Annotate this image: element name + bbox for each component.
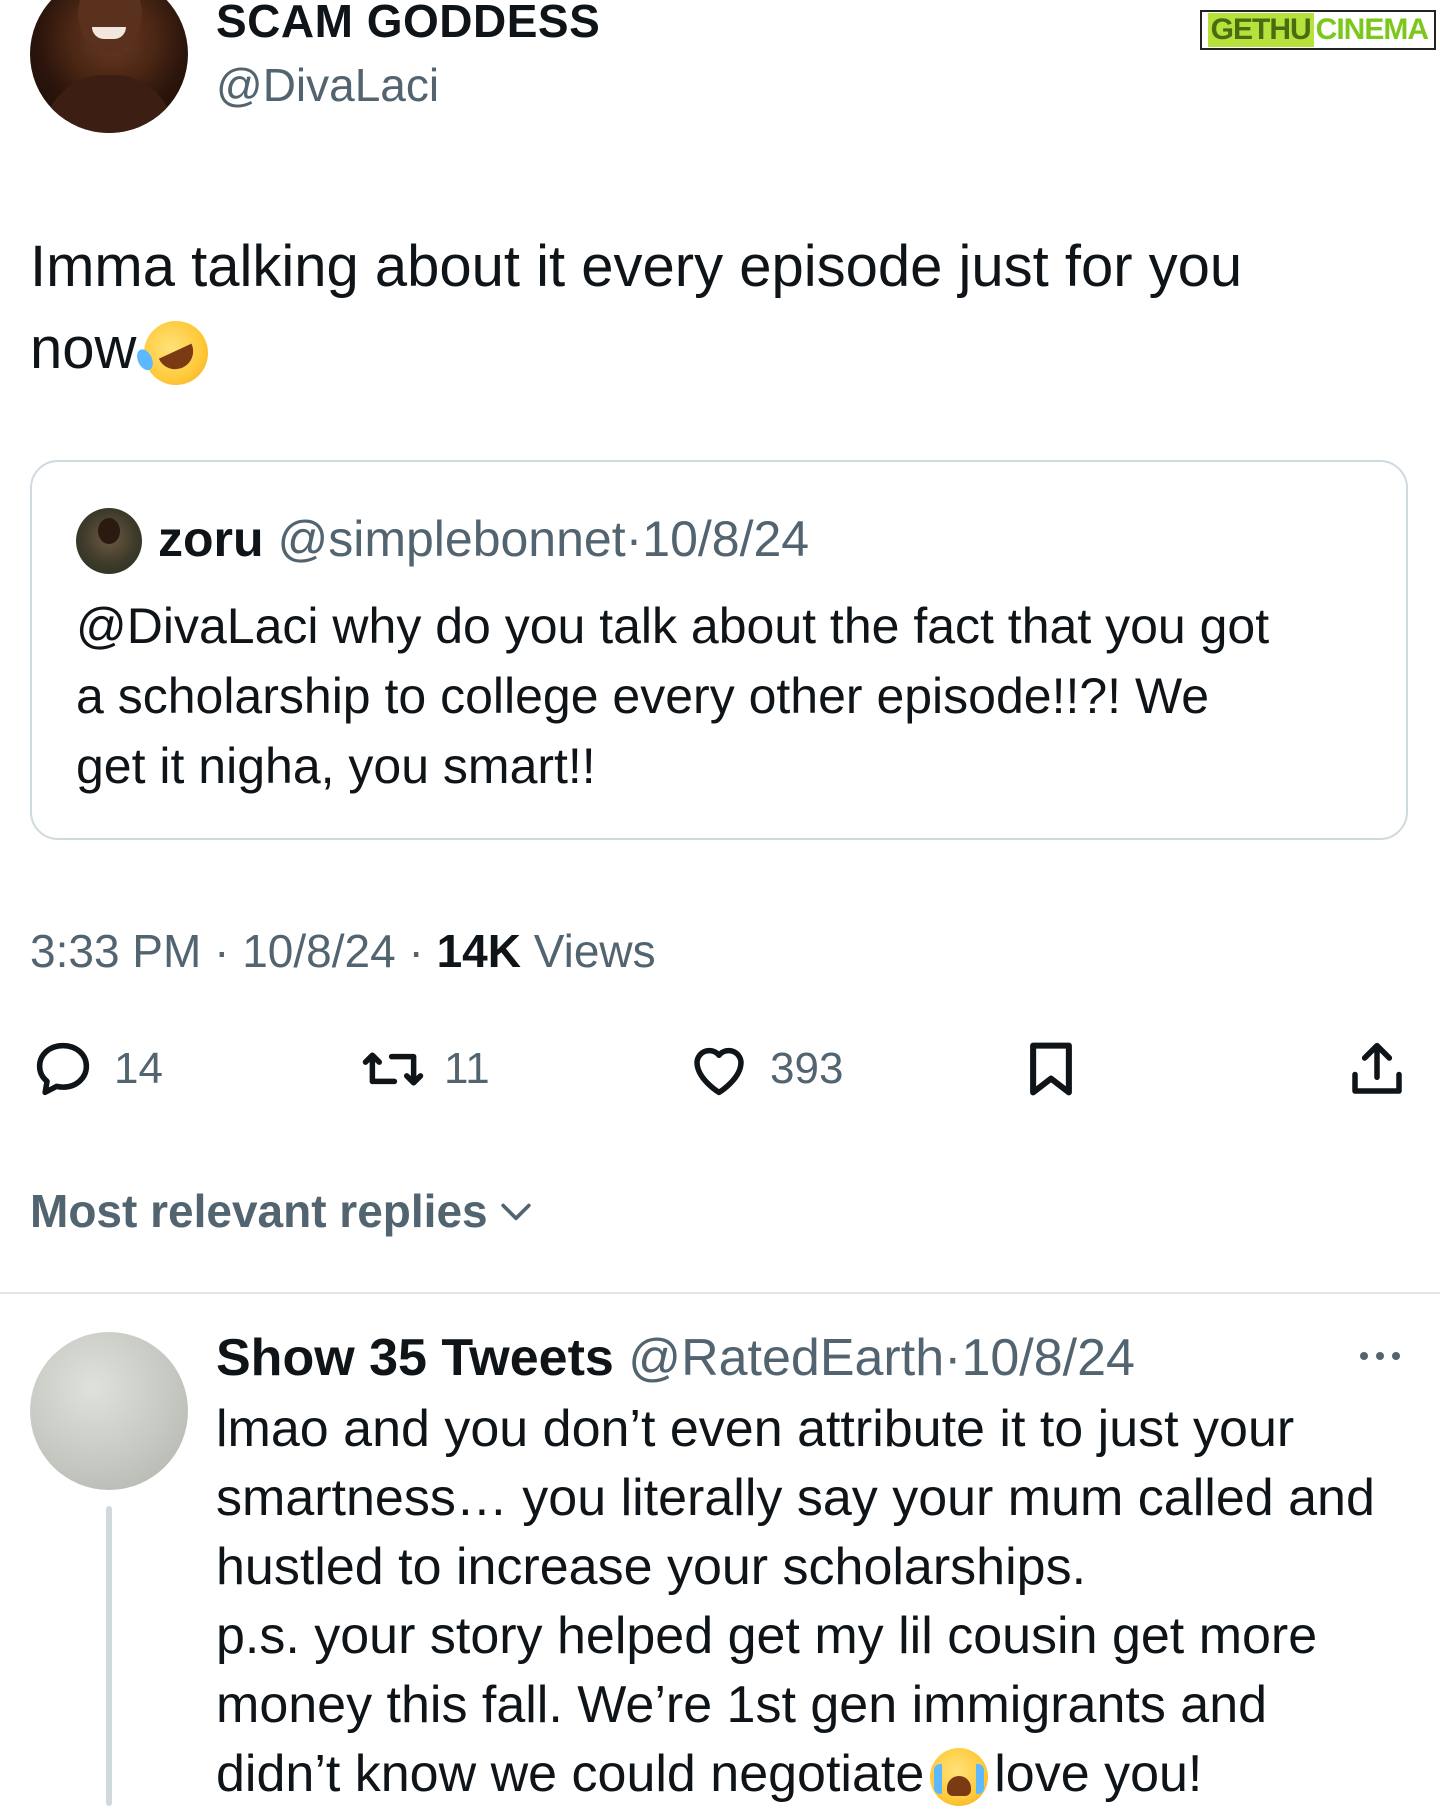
quoted-author-handle: @simplebonnet: [277, 511, 626, 567]
watermark-part1: GETHU: [1207, 13, 1314, 47]
thread-line: [106, 1506, 112, 1806]
quoted-author-avatar: [76, 508, 142, 574]
tweet-text-line: now: [30, 308, 1390, 396]
rolling-on-floor-laughing-emoji-icon: [133, 310, 219, 396]
tweet-text-line: Imma talking about it every episode just…: [30, 234, 1243, 299]
watermark-part2: CINEMA: [1315, 13, 1429, 46]
loudly-crying-face-emoji-icon: [930, 1748, 989, 1807]
quoted-text-line: get it nigha, you smart!!: [76, 738, 596, 794]
dot-separator: ·: [944, 1329, 962, 1387]
tweet-text: Imma talking about it every episode just…: [30, 226, 1390, 396]
share-button[interactable]: [1344, 1036, 1410, 1102]
retweet-icon: [362, 1052, 424, 1086]
watermark-logo: GETHU CINEMA: [1199, 10, 1436, 50]
author-handle[interactable]: @DivaLaci: [216, 58, 439, 112]
section-divider: [0, 1292, 1440, 1294]
reply-author-avatar[interactable]: [30, 1332, 188, 1490]
reply-text-line: smartness… you literally say your mum ca…: [216, 1469, 1375, 1527]
more-options-icon[interactable]: [1356, 1346, 1404, 1366]
views-label: Views: [533, 925, 656, 977]
quoted-tweet-header: zoru @simplebonnet·10/8/24: [158, 510, 809, 568]
views-count: 14K: [436, 925, 521, 977]
like-count: 393: [770, 1044, 844, 1093]
quoted-text-line: @DivaLaci why do you talk about the fact…: [76, 598, 1270, 654]
retweet-button[interactable]: 11: [360, 1036, 490, 1102]
reply-text-line: hustled to increase your scholarships.: [216, 1538, 1087, 1596]
quoted-author-name: zoru: [158, 511, 264, 567]
reply-author-handle[interactable]: @RatedEarth: [628, 1329, 944, 1387]
reply-count: 14: [114, 1044, 163, 1093]
reply-author-name[interactable]: Show 35 Tweets: [216, 1329, 614, 1387]
quoted-text-line: a scholarship to college every other epi…: [76, 668, 1210, 724]
heart-icon: [694, 1047, 744, 1096]
quoted-tweet-date: 10/8/24: [642, 511, 810, 567]
bookmark-icon: [1030, 1042, 1072, 1096]
reply-text: lmao and you don’t even attribute it to …: [216, 1395, 1426, 1809]
reply-text-line: lmao and you don’t even attribute it to …: [216, 1400, 1295, 1458]
reply-button[interactable]: 14: [30, 1036, 163, 1102]
dot-separator: ·: [625, 511, 643, 567]
dot-separator: ·: [408, 925, 424, 977]
tweet-time[interactable]: 3:33 PM: [30, 925, 201, 977]
reply-icon: [36, 1042, 90, 1096]
retweet-count: 11: [444, 1044, 490, 1093]
tweet-meta: 3:33 PM · 10/8/24 · 14K Views: [30, 924, 656, 978]
reply-text-line: didn’t know we could negotiate love you!: [216, 1740, 1426, 1809]
bookmark-button[interactable]: [1018, 1036, 1084, 1102]
author-avatar[interactable]: [30, 0, 188, 133]
dot-separator: ·: [214, 925, 230, 977]
quoted-tweet-text: @DivaLaci why do you talk about the fact…: [76, 591, 1376, 801]
share-icon: [1352, 1042, 1402, 1094]
author-display-name[interactable]: SCAM GODDESS: [216, 0, 600, 48]
like-button[interactable]: 393: [686, 1036, 843, 1102]
reply-text-line: p.s. your story helped get my lil cousin…: [216, 1607, 1318, 1665]
reply-date[interactable]: 10/8/24: [961, 1329, 1135, 1387]
replies-sort-label: Most relevant replies: [30, 1185, 488, 1237]
reply-header: Show 35 Tweets @RatedEarth·10/8/24: [216, 1328, 1135, 1388]
replies-sort-dropdown[interactable]: Most relevant replies: [30, 1184, 538, 1238]
tweet-date[interactable]: 10/8/24: [242, 925, 395, 977]
chevron-down-icon: [500, 1203, 531, 1221]
reply-text-line: money this fall. We’re 1st gen immigrant…: [216, 1676, 1268, 1734]
